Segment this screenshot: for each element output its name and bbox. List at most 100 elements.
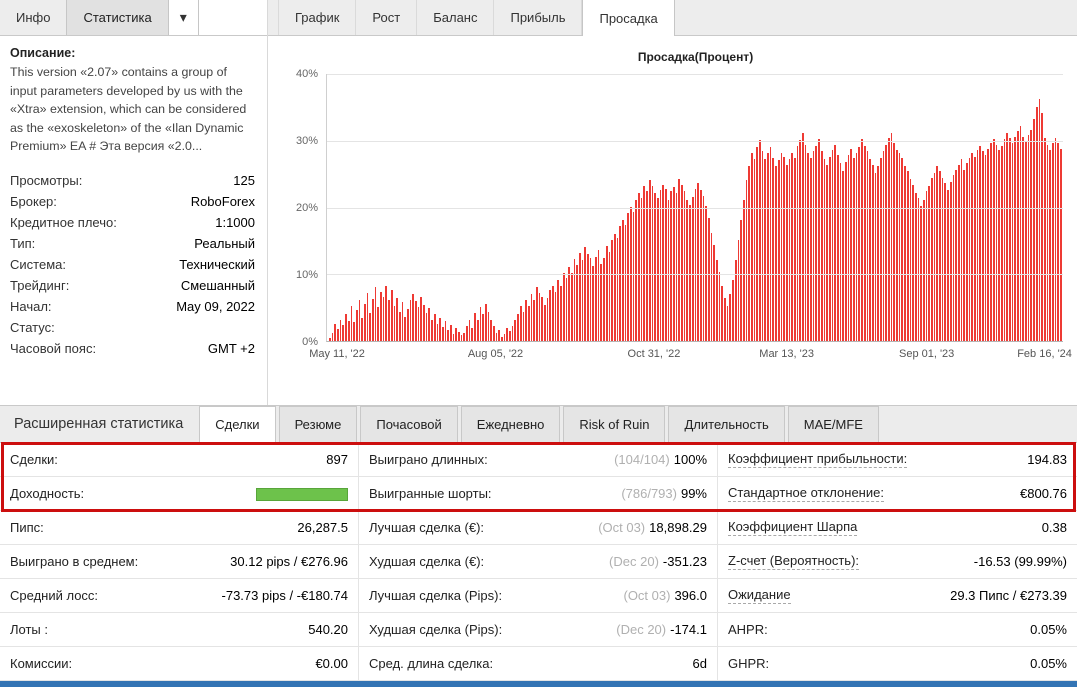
cell-value: €0.00: [315, 656, 348, 671]
cell-value: [256, 486, 348, 502]
drawdown-bar: [740, 220, 742, 341]
stats-tab-длительность[interactable]: Длительность: [668, 406, 785, 442]
stats-tab-ежедневно[interactable]: Ежедневно: [460, 406, 561, 442]
drawdown-bar: [466, 326, 468, 341]
drawdown-bar: [952, 175, 955, 341]
table-cell: Сделки: 897: [0, 443, 359, 476]
drawdown-bar: [514, 319, 517, 341]
table-cell: Выиграно длинных: (104/104) 100%: [359, 443, 718, 476]
chart-tab-просадка[interactable]: Просадка: [582, 0, 675, 36]
drawdown-bar: [777, 160, 780, 341]
cell-value-secondary: (104/104): [614, 452, 670, 467]
table-cell: Выиграно в среднем: 30.12 pips / €276.96: [0, 545, 359, 578]
info-row: Часовой пояс: GMT +2: [0, 338, 267, 359]
drawdown-bar: [592, 266, 595, 341]
drawdown-bar: [896, 150, 898, 341]
drawdown-bar: [482, 314, 484, 341]
chart-tab-рост[interactable]: Рост: [356, 0, 418, 35]
table-cell: Доходность:: [0, 477, 359, 510]
chart-tab-баланс[interactable]: Баланс: [417, 0, 495, 35]
drawdown-bar: [834, 144, 836, 341]
drawdown-bar: [799, 140, 801, 341]
drawdown-bar: [1000, 146, 1003, 341]
drawdown-bar: [823, 159, 826, 341]
cell-value-main: 0.05%: [1030, 656, 1067, 671]
cell-value-main: -174.1: [670, 622, 707, 637]
drawdown-bar: [815, 146, 818, 341]
tab-info[interactable]: Инфо: [0, 0, 66, 35]
y-axis-label: 40%: [295, 68, 318, 80]
drawdown-bar: [788, 159, 791, 341]
drawdown-bar: [350, 306, 353, 341]
plot-area: [326, 74, 1063, 342]
drawdown-bar: [683, 191, 686, 341]
chevron-down-icon[interactable]: ▾: [168, 0, 199, 35]
drawdown-bar: [1054, 138, 1057, 341]
cell-value: (104/104) 100%: [614, 452, 707, 467]
drawdown-bar: [635, 199, 638, 341]
description-text: This version «2.07» contains a group of …: [10, 65, 247, 154]
stats-tab-резюме[interactable]: Резюме: [278, 406, 358, 442]
drawdown-bar: [568, 266, 570, 341]
cell-label: Худшая сделка (Pips):: [369, 622, 503, 637]
drawdown-bar: [939, 171, 941, 341]
drawdown-bar: [358, 300, 361, 341]
chart-tab-прибыль[interactable]: Прибыль: [494, 0, 583, 35]
stats-tab-mae-mfe[interactable]: MAE/MFE: [787, 406, 879, 442]
drawdown-bar: [355, 310, 358, 341]
drawdown-bar: [388, 299, 390, 341]
drawdown-bar: [718, 271, 721, 341]
info-row-value: Смешанный: [180, 278, 255, 294]
drawdown-bar: [901, 158, 904, 341]
cell-value: 6d: [693, 656, 707, 671]
gain-bar: [256, 488, 348, 502]
chart-tabs: График Рост Баланс Прибыль Просадка: [268, 0, 1077, 36]
cell-value-main: 0.05%: [1030, 622, 1067, 637]
info-row: Тип: Реальный: [0, 233, 267, 254]
cell-value-main: -16.53 (99.99%): [973, 554, 1067, 569]
plot-wrap: 0% 10% 20% 30% 40% May 11, '22 Aug 05, '22 Oct …: [296, 68, 1072, 360]
cell-label: Выиграно длинных:: [369, 452, 488, 467]
drawdown-bar: [1043, 138, 1046, 341]
drawdown-bar: [406, 308, 409, 341]
cell-value: 30.12 pips / €276.96: [230, 554, 348, 569]
drawdown-bar: [444, 320, 447, 341]
drawdown-bar: [785, 164, 788, 341]
tab-statistics[interactable]: Статистика: [66, 0, 169, 35]
cell-value-main: 29.3 Пипс / €273.39: [950, 588, 1067, 603]
cell-label: Лучшая сделка (€):: [369, 520, 485, 535]
drawdown-bar: [748, 166, 750, 341]
drawdown-bar: [530, 294, 533, 341]
stats-tab-сделки[interactable]: Сделки: [199, 406, 276, 442]
table-cell: Лучшая сделка (€): (Oct 03) 18,898.29: [359, 511, 718, 544]
table-cell: Выигранные шорты: (786/793) 99%: [359, 477, 718, 510]
drawdown-bar: [871, 164, 874, 341]
stats-tab-почасовой[interactable]: Почасовой: [360, 406, 458, 442]
drawdown-bar: [412, 293, 414, 341]
drawdown-bar: [791, 153, 793, 341]
info-row-label: Брокер:: [10, 194, 57, 210]
cell-value: 0.38: [1042, 520, 1067, 535]
drawdown-bar: [339, 319, 342, 341]
info-row-value: GMT +2: [207, 341, 255, 357]
drawdown-bar: [882, 151, 885, 341]
cell-value: (Oct 03) 396.0: [623, 588, 707, 603]
drawdown-bar: [431, 319, 433, 341]
drawdown-bar: [353, 322, 355, 341]
cell-label: GHPR:: [728, 656, 770, 671]
drawdown-bar: [409, 299, 412, 341]
drawdown-bar: [1011, 143, 1014, 341]
cell-label: Доходность:: [10, 486, 85, 501]
drawdown-bar: [699, 190, 702, 341]
chart-tab-график[interactable]: График: [278, 0, 357, 35]
drawdown-bar: [535, 286, 538, 341]
cell-value: 540.20: [308, 622, 348, 637]
drawdown-bar: [363, 304, 366, 341]
drawdown-bar: [495, 333, 498, 341]
drawdown-bar: [380, 291, 382, 341]
table-cell: Сред. длина сделка: 6d: [359, 647, 718, 680]
drawdown-bar: [374, 286, 377, 341]
drawdown-bar: [664, 188, 667, 341]
drawdown-bar: [802, 132, 804, 341]
stats-tab-risk-of-ruin[interactable]: Risk of Ruin: [563, 406, 666, 442]
